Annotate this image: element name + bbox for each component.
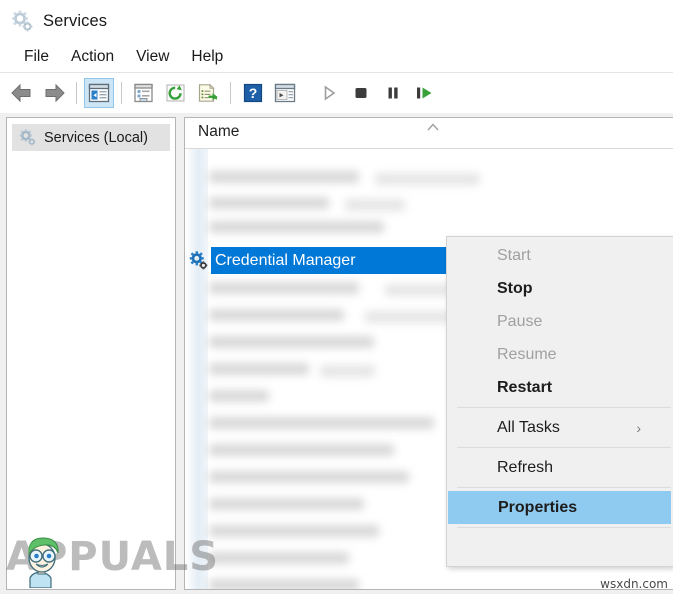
list-row-blurred[interactable] — [209, 552, 349, 564]
list-row-blurred[interactable] — [209, 390, 269, 402]
context-menu-item-refresh[interactable]: Refresh — [447, 451, 673, 484]
appuals-mascot-icon — [28, 537, 59, 588]
menu-bar: File Action View Help — [0, 42, 673, 73]
services-gear-icon — [19, 129, 36, 146]
services-gear-icon — [12, 10, 33, 32]
list-row-blurred[interactable] — [209, 197, 329, 209]
context-menu-item-label: Restart — [497, 378, 553, 396]
sort-ascending-icon — [427, 123, 439, 131]
console-tree-pane: Services (Local) — [6, 117, 176, 590]
sidebar-item-label: Services (Local) — [44, 129, 148, 146]
list-row-blurred[interactable] — [209, 525, 379, 537]
show-action-pane-icon — [274, 83, 296, 103]
pause-service-button[interactable] — [378, 78, 408, 108]
restart-service-icon — [417, 87, 432, 99]
show-action-pane-button[interactable] — [270, 78, 300, 108]
pause-service-icon — [388, 87, 398, 99]
list-row-blurred[interactable] — [209, 579, 359, 589]
start-service-icon — [324, 85, 336, 101]
menu-file[interactable]: File — [13, 46, 60, 68]
refresh-icon — [166, 84, 185, 102]
sidebar-item-services-local[interactable]: Services (Local) — [12, 124, 170, 151]
context-menu-item-all-tasks[interactable]: All Tasks › — [447, 411, 673, 444]
restart-service-button[interactable] — [410, 78, 440, 108]
show-console-tree-icon — [88, 83, 110, 103]
context-menu-separator — [457, 487, 671, 488]
refresh-button[interactable] — [161, 78, 191, 108]
context-menu-item-label: Refresh — [497, 458, 554, 476]
list-row-blurred[interactable] — [209, 282, 359, 294]
toolbar-separator — [76, 82, 77, 104]
back-arrow-icon — [11, 83, 31, 103]
list-row-blurred[interactable] — [375, 173, 480, 185]
list-row-blurred[interactable] — [209, 309, 344, 321]
svg-text:?: ? — [249, 85, 258, 101]
window-title: Services — [43, 11, 108, 30]
context-menu-item-start[interactable]: Start — [447, 239, 673, 272]
context-menu: Start Stop Pause Resume Restart All Task… — [446, 236, 673, 567]
context-menu-item-label: All Tasks — [497, 418, 560, 436]
list-row-blurred[interactable] — [209, 417, 434, 429]
context-menu-item-restart[interactable]: Restart — [447, 371, 673, 404]
list-row-blurred[interactable] — [385, 284, 455, 296]
context-menu-item-label: Pause — [497, 312, 543, 330]
menu-help[interactable]: Help — [180, 46, 234, 68]
help-icon: ? — [243, 83, 263, 103]
list-row-blurred[interactable] — [320, 365, 375, 377]
start-service-button[interactable] — [314, 78, 344, 108]
row-icon-column — [186, 149, 208, 589]
export-list-icon — [198, 83, 218, 102]
list-row-blurred[interactable] — [209, 498, 364, 510]
list-row-blurred[interactable] — [209, 171, 359, 183]
context-menu-item-label: Properties — [498, 498, 578, 516]
list-row-blurred[interactable] — [345, 199, 405, 211]
list-column-header: Name — [185, 118, 673, 149]
context-menu-item-resume[interactable]: Resume — [447, 338, 673, 371]
forward-button[interactable] — [39, 78, 69, 108]
list-row-blurred[interactable] — [209, 471, 409, 483]
properties-button[interactable] — [129, 78, 159, 108]
back-button[interactable] — [7, 78, 37, 108]
title-bar: Services — [0, 0, 673, 42]
context-menu-separator — [457, 447, 671, 448]
list-row-blurred[interactable] — [209, 221, 384, 233]
context-menu-item-stop[interactable]: Stop — [447, 272, 673, 305]
toolbar-separator — [230, 82, 231, 104]
column-header-name[interactable]: Name — [198, 123, 239, 141]
context-menu-item-label: Resume — [497, 345, 557, 363]
service-gear-icon — [189, 251, 208, 270]
help-button[interactable]: ? — [238, 78, 268, 108]
list-row-blurred[interactable] — [209, 363, 309, 375]
context-menu-item-help[interactable] — [447, 531, 673, 564]
toolbar-separator — [121, 82, 122, 104]
menu-action[interactable]: Action — [60, 46, 125, 68]
site-watermark: wsxdn.com — [600, 577, 668, 591]
context-menu-item-pause[interactable]: Pause — [447, 305, 673, 338]
context-menu-separator — [457, 527, 671, 528]
list-row-blurred[interactable] — [209, 336, 374, 348]
context-menu-separator — [457, 407, 671, 408]
properties-icon — [134, 83, 153, 103]
export-list-button[interactable] — [193, 78, 223, 108]
context-menu-item-label: Stop — [497, 279, 533, 297]
chevron-right-icon: › — [636, 419, 641, 436]
stop-service-icon — [355, 88, 367, 98]
show-console-tree-button[interactable] — [84, 78, 114, 108]
forward-arrow-icon — [45, 83, 65, 103]
selected-service-label: Credential Manager — [215, 251, 356, 269]
toolbar: ? — [0, 73, 673, 114]
list-row-blurred[interactable] — [209, 444, 394, 456]
context-menu-item-properties[interactable]: Properties — [448, 491, 671, 524]
context-menu-item-label: Start — [497, 246, 531, 264]
menu-view[interactable]: View — [125, 46, 180, 68]
stop-service-button[interactable] — [346, 78, 376, 108]
